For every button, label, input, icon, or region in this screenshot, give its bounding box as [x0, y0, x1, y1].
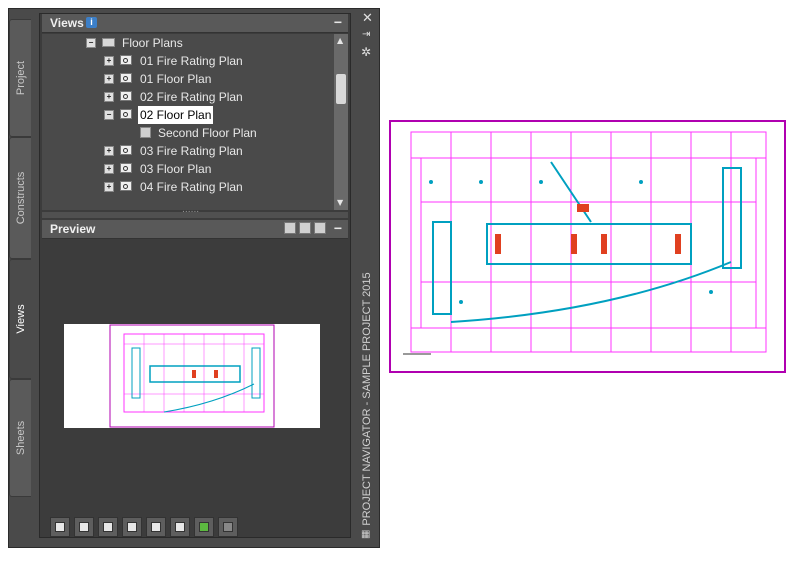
- view-icon: [120, 55, 132, 65]
- view-icon: [120, 163, 132, 173]
- palette-grip-icon[interactable]: ▦: [361, 529, 370, 540]
- palette-title-bar: ✕ ⇥ ✲ PROJECT NAVIGATOR - SAMPLE PROJECT…: [353, 9, 379, 547]
- expand-icon[interactable]: +: [104, 164, 114, 174]
- tree-item-label: 02 Fire Rating Plan: [140, 90, 243, 104]
- tree-item-label: 01 Floor Plan: [140, 72, 212, 86]
- preview-area: [42, 242, 348, 512]
- scroll-down-arrow-icon[interactable]: ▼: [337, 198, 343, 207]
- tree-child-item[interactable]: Second Floor Plan: [42, 124, 334, 142]
- preview-collapse-button[interactable]: −: [334, 220, 342, 236]
- tree-item-label: 03 Floor Plan: [140, 162, 212, 176]
- scroll-thumb[interactable]: [336, 74, 346, 104]
- collapse-icon[interactable]: −: [104, 110, 114, 120]
- view-icon: [120, 181, 132, 191]
- layout-view-button[interactable]: [170, 517, 190, 537]
- tree-item-label: Second Floor Plan: [158, 126, 257, 140]
- folder-open-icon: [102, 38, 115, 47]
- layout-icon: [175, 522, 185, 532]
- tab-project[interactable]: Project: [9, 19, 31, 137]
- tree-item-label: 01 Fire Rating Plan: [140, 54, 243, 68]
- collapse-icon[interactable]: −: [86, 38, 96, 48]
- add-view-button[interactable]: [74, 517, 94, 537]
- preview-panel-header: Preview −: [42, 220, 348, 239]
- panel-splitter[interactable]: [42, 205, 348, 218]
- refresh-icon: [199, 522, 209, 532]
- gear-icon[interactable]: ✲: [361, 45, 371, 59]
- palette-title: PROJECT NAVIGATOR - SAMPLE PROJECT 2015: [361, 272, 373, 526]
- refresh-button[interactable]: [194, 517, 214, 537]
- sheet-view-icon: [140, 127, 151, 138]
- info-icon[interactable]: i: [86, 17, 97, 28]
- expand-icon[interactable]: +: [104, 92, 114, 102]
- add-view-icon: [79, 522, 89, 532]
- section-view-icon: [127, 522, 137, 532]
- tab-views[interactable]: Views: [9, 259, 31, 379]
- auto-hide-icon[interactable]: ⇥: [362, 29, 370, 40]
- preview-panel-title: Preview: [50, 222, 96, 236]
- tree-folder-floor-plans[interactable]: − Floor Plans: [42, 34, 334, 52]
- floor-plan-drawing: [389, 120, 786, 373]
- view-icon: [120, 145, 132, 155]
- tab-constructs-label: Constructs: [14, 171, 27, 225]
- tree-item[interactable]: + 03 Floor Plan: [42, 160, 334, 178]
- project-navigator-palette: Project Constructs Views Sheets Views i …: [8, 8, 380, 548]
- view-locked-icon: [120, 109, 132, 119]
- expand-icon[interactable]: +: [104, 74, 114, 84]
- new-view-button[interactable]: [50, 517, 70, 537]
- tree-scrollbar[interactable]: ▲ ▼: [334, 34, 348, 210]
- views-panel-header: Views i −: [42, 14, 348, 33]
- expand-icon[interactable]: +: [104, 146, 114, 156]
- tab-project-label: Project: [14, 60, 27, 96]
- preview-display-icon[interactable]: [299, 222, 311, 234]
- tab-constructs[interactable]: Constructs: [9, 137, 31, 259]
- tree-folder-label: Floor Plans: [122, 36, 183, 50]
- tree-item[interactable]: + 01 Fire Rating Plan: [42, 52, 334, 70]
- tree-item[interactable]: + 04 Fire Rating Plan: [42, 178, 334, 196]
- tab-sheets[interactable]: Sheets: [9, 379, 31, 497]
- close-icon[interactable]: ✕: [362, 11, 373, 26]
- tree-item-label: 04 Fire Rating Plan: [140, 180, 243, 194]
- detail-view-button[interactable]: [98, 517, 118, 537]
- tree-item-label: 03 Fire Rating Plan: [140, 144, 243, 158]
- views-panel-title: Views: [50, 16, 84, 30]
- tree-item-label: 02 Floor Plan: [138, 106, 214, 124]
- new-view-icon: [55, 522, 65, 532]
- view-icon: [120, 73, 132, 83]
- repath-icon: [223, 522, 233, 532]
- tab-views-label: Views: [14, 304, 27, 334]
- tree-item[interactable]: + 03 Fire Rating Plan: [42, 142, 334, 160]
- select-view-button[interactable]: [146, 517, 166, 537]
- tree-item-selected[interactable]: − 02 Floor Plan: [42, 106, 334, 124]
- cursor-icon: [151, 522, 161, 532]
- navigator-toolbar: [40, 515, 350, 537]
- preview-thumbnail: [64, 324, 320, 428]
- tab-sheets-label: Sheets: [14, 420, 27, 456]
- preview-settings-icon[interactable]: [284, 222, 296, 234]
- views-tree: − Floor Plans + 01 Fire Rating Plan + 01…: [42, 34, 334, 210]
- navigator-content: Views i − − Floor Plans + 01 Fire Rating…: [39, 13, 351, 538]
- expand-icon[interactable]: +: [104, 182, 114, 192]
- detail-view-icon: [103, 522, 113, 532]
- scroll-up-arrow-icon[interactable]: ▲: [337, 36, 343, 45]
- section-view-button[interactable]: [122, 517, 142, 537]
- view-icon: [120, 91, 132, 101]
- tree-item[interactable]: + 01 Floor Plan: [42, 70, 334, 88]
- floor-plan-graphic: [391, 122, 784, 371]
- views-collapse-button[interactable]: −: [334, 14, 342, 30]
- tree-item[interactable]: + 02 Fire Rating Plan: [42, 88, 334, 106]
- expand-icon[interactable]: +: [104, 56, 114, 66]
- preview-zoom-icon[interactable]: [314, 222, 326, 234]
- repath-button[interactable]: [218, 517, 238, 537]
